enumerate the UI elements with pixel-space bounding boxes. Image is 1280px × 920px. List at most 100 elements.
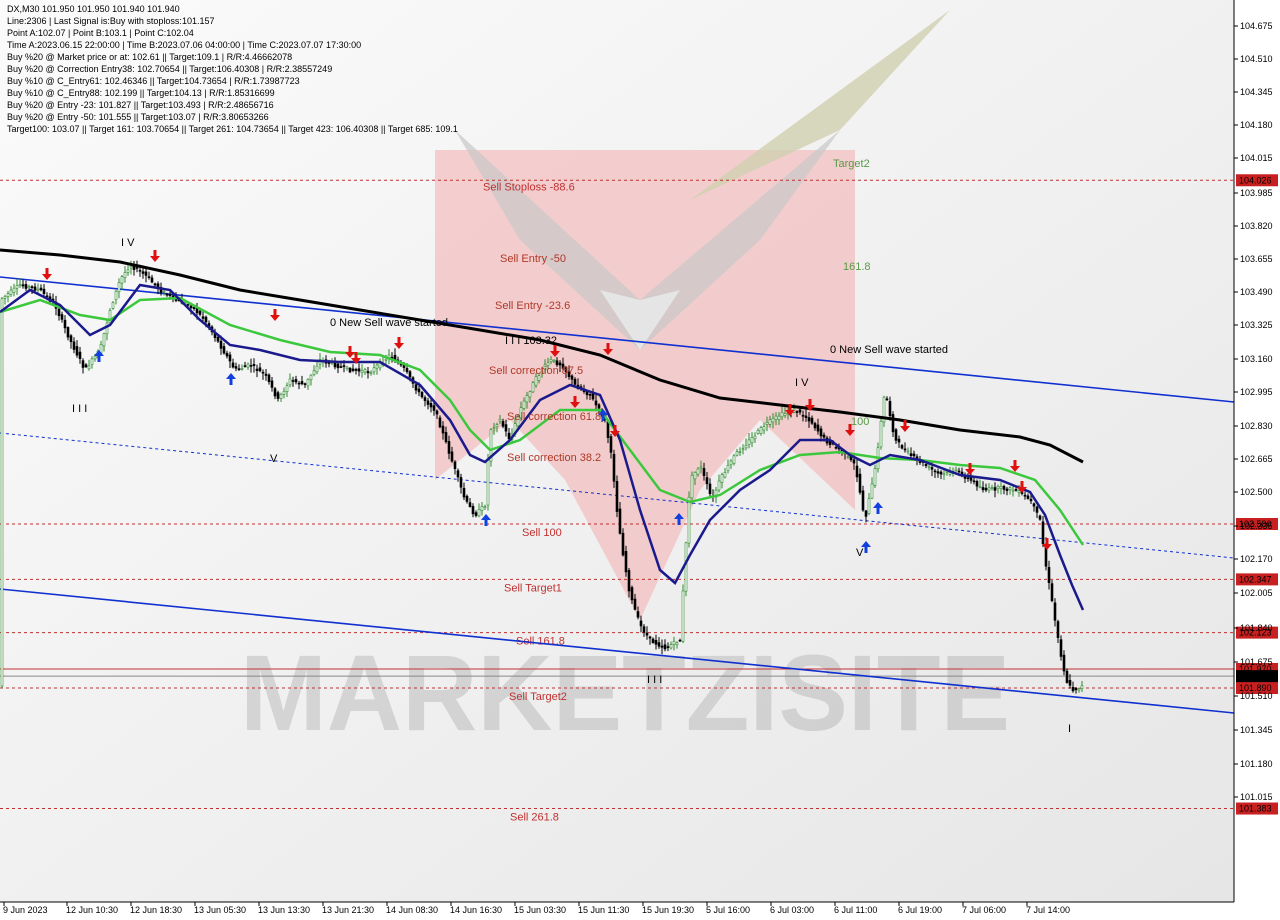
candle-body — [348, 367, 352, 373]
candle-body — [996, 486, 1000, 490]
candle-body — [864, 510, 868, 517]
info-line: Target100: 103.07 || Target 161: 103.706… — [7, 124, 458, 134]
candle-body — [1014, 489, 1018, 491]
candle-body — [702, 468, 706, 476]
candle-body — [846, 456, 850, 458]
price-level-label: Sell Target2 — [509, 691, 567, 703]
candle-body — [1065, 670, 1069, 683]
candle-body — [135, 267, 139, 269]
candle-body — [999, 485, 1003, 489]
candle-body — [900, 445, 904, 449]
candle-body — [1047, 567, 1051, 583]
candle-body — [1011, 489, 1015, 492]
candle-body — [72, 341, 76, 350]
candle-body — [42, 288, 46, 294]
candle-body — [153, 283, 157, 286]
candle-body — [654, 639, 658, 645]
candle-body — [942, 473, 946, 476]
candle-body — [957, 470, 961, 473]
candle-body — [498, 419, 502, 422]
candle-body — [339, 366, 343, 368]
current-price-tag-label: 101.940 — [1239, 671, 1272, 681]
x-tick-label: 9 Jun 2023 — [3, 905, 48, 915]
price-level-label: Sell 100 — [522, 527, 562, 539]
wave-label: I V — [121, 237, 135, 249]
info-line: Buy %10 @ C_Entry61: 102.46346 || Target… — [7, 76, 300, 86]
candle-body — [987, 487, 991, 491]
candle-body — [1026, 495, 1030, 499]
candle-body — [114, 290, 118, 301]
candle-body — [834, 446, 838, 449]
candle-body — [1041, 521, 1045, 545]
candle-body — [375, 364, 379, 369]
candle-body — [423, 397, 427, 401]
candle-body — [480, 506, 484, 511]
candle-body — [438, 417, 442, 428]
candle-body — [855, 465, 859, 478]
candle-body — [990, 487, 994, 489]
candle-body — [1074, 688, 1078, 691]
info-line: Buy %20 @ Correction Entry38: 102.70654 … — [7, 64, 332, 74]
y-tick-label: 101.840 — [1240, 623, 1273, 633]
y-tick-label: 103.655 — [1240, 254, 1273, 264]
candle-body — [162, 291, 166, 293]
candle-body — [696, 468, 700, 475]
candle-body — [279, 394, 283, 399]
candle-body — [930, 467, 934, 470]
candle-body — [666, 646, 670, 648]
y-tick-label: 102.995 — [1240, 387, 1273, 397]
y-tick-label: 102.005 — [1240, 588, 1273, 598]
candle-body — [798, 409, 802, 413]
candle-body — [120, 276, 124, 284]
candle-body — [33, 286, 37, 291]
candle-body — [1062, 654, 1066, 672]
candle-body — [765, 422, 769, 425]
wave-label: V — [856, 547, 864, 559]
y-tick-label: 104.510 — [1240, 54, 1273, 64]
candle-body — [741, 448, 745, 451]
candle-body — [117, 282, 121, 293]
y-tick-label: 102.830 — [1240, 421, 1273, 431]
y-tick-label: 102.335 — [1240, 521, 1273, 531]
candle-body — [909, 453, 913, 456]
candle-body — [984, 487, 988, 491]
x-tick-label: 12 Jun 10:30 — [66, 905, 118, 915]
y-tick-label: 103.490 — [1240, 287, 1273, 297]
candle-body — [813, 423, 817, 429]
candle-body — [111, 302, 115, 309]
candle-body — [912, 453, 916, 457]
candle-body — [300, 381, 304, 385]
candle-body — [477, 509, 481, 517]
y-tick-label: 104.180 — [1240, 120, 1273, 130]
candle-body — [342, 365, 346, 367]
candle-body — [693, 472, 697, 480]
candle-body — [186, 303, 190, 306]
candle-body — [219, 340, 223, 349]
candle-body — [771, 418, 775, 423]
candle-body — [24, 284, 28, 289]
candle-body — [66, 327, 70, 338]
price-chart[interactable]: MARKETZISITE Sell Stoploss -88.6 104.026 S… — [0, 0, 1280, 920]
candle-body — [726, 465, 730, 472]
candle-body — [426, 400, 430, 405]
candle-body — [780, 412, 784, 418]
candle-body — [144, 271, 148, 276]
candle-body — [369, 372, 373, 375]
candle-body — [1008, 487, 1012, 490]
candle-body — [774, 415, 778, 420]
candle-body — [12, 287, 16, 293]
candle-body — [267, 374, 271, 382]
candle-body — [588, 394, 592, 396]
candle-body — [453, 461, 457, 469]
candle-body — [336, 363, 340, 369]
candle-body — [240, 368, 244, 370]
candle-body — [60, 314, 64, 320]
wave-label: I I I — [647, 674, 662, 686]
candle-body — [705, 477, 709, 485]
wave-label: I V — [795, 377, 809, 389]
candle-body — [591, 393, 595, 400]
candle-body — [1005, 488, 1009, 491]
candle-body — [252, 364, 256, 366]
candle-body — [468, 502, 472, 507]
y-tick-label: 103.325 — [1240, 320, 1273, 330]
